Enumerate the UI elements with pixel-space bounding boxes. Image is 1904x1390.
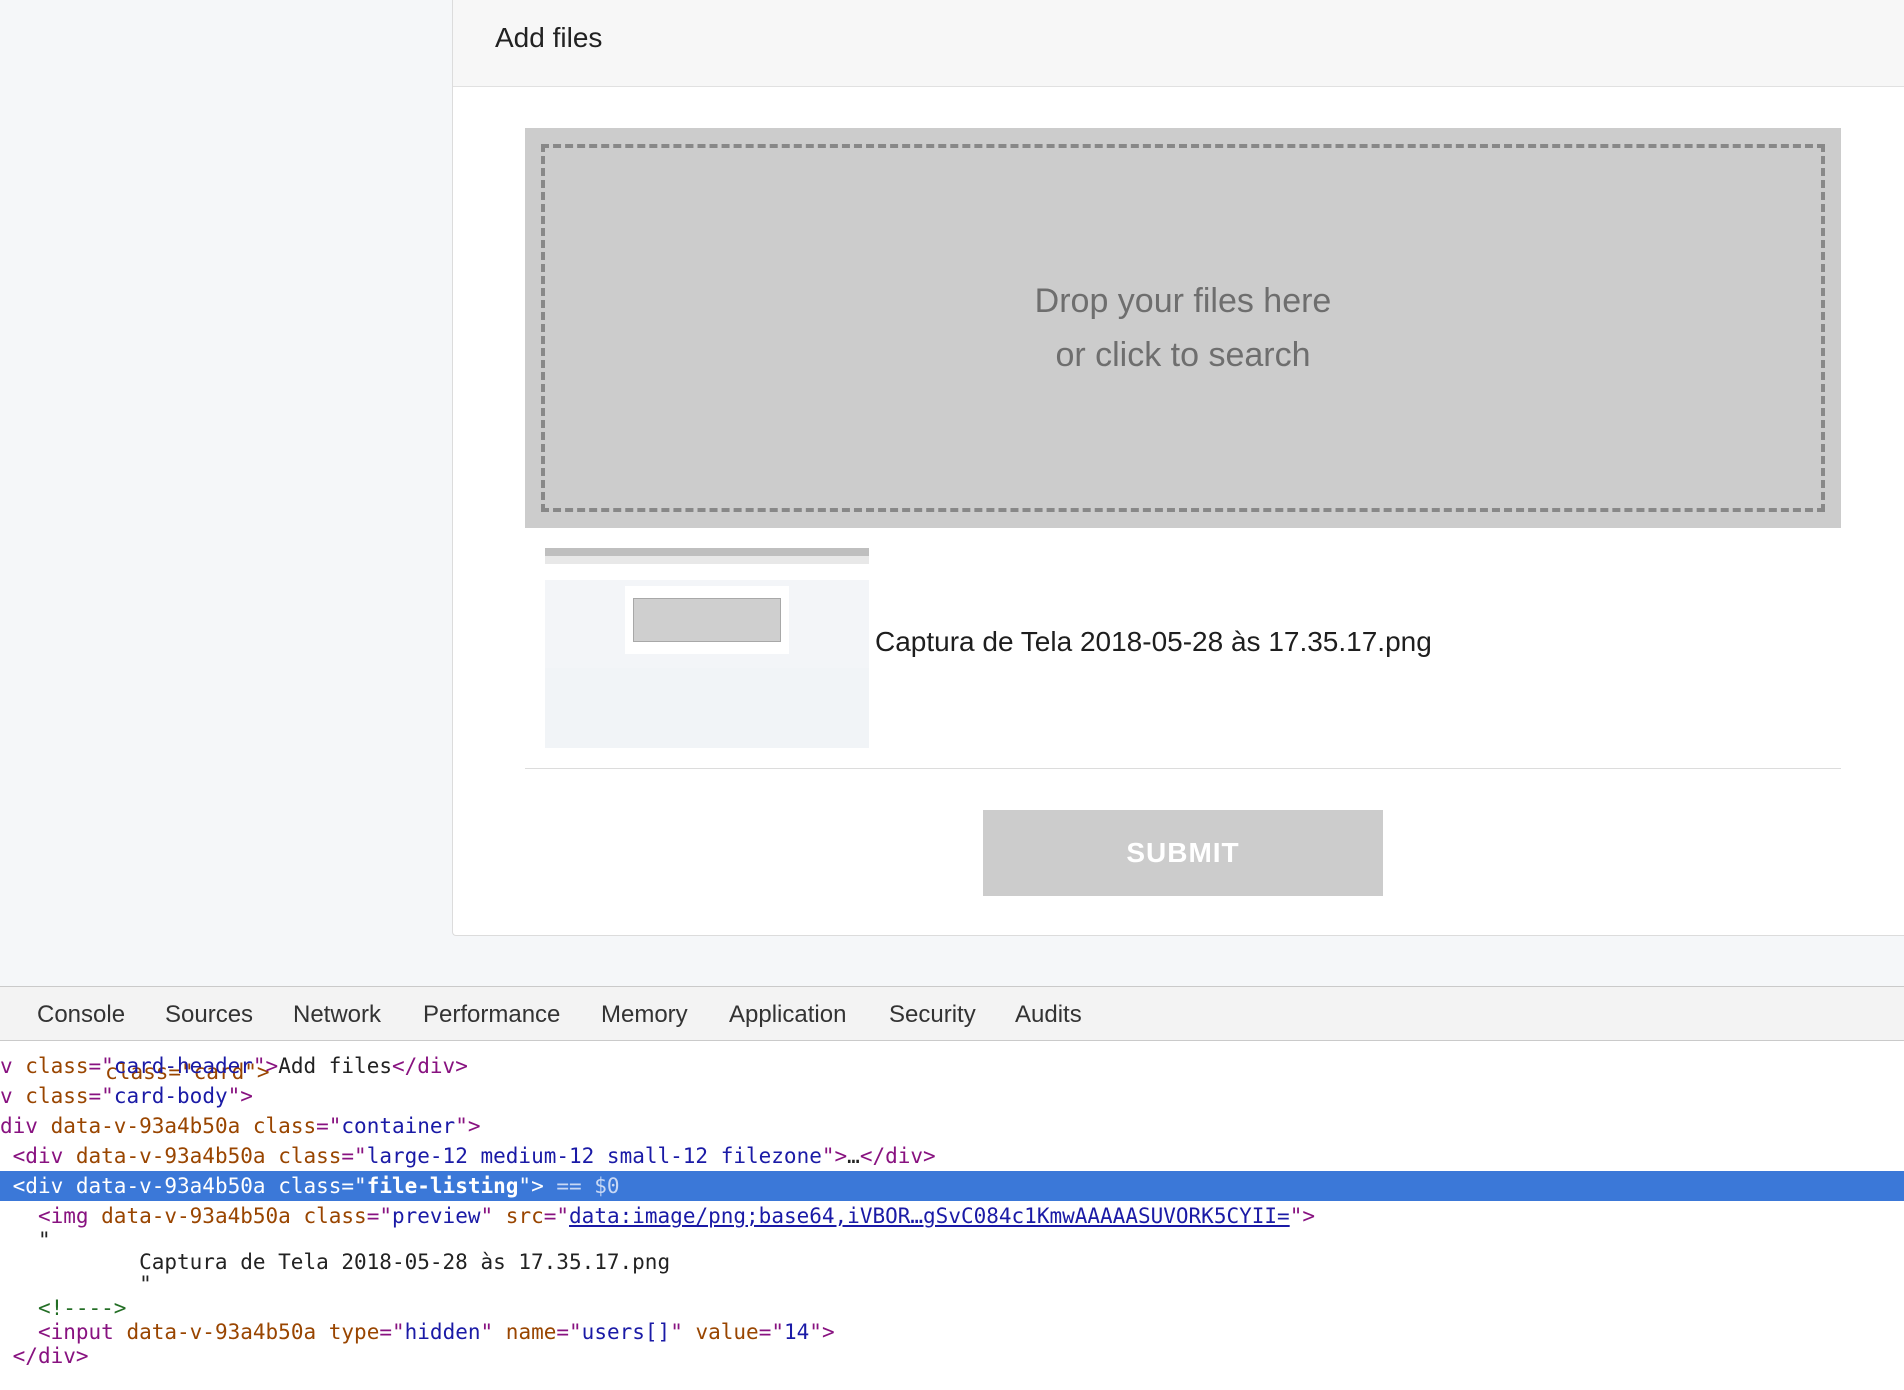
code-tag: v <box>0 1054 26 1078</box>
dom-node-file-listing[interactable]: <div data-v-93a4b50a class="file-listing… <box>0 1171 1904 1201</box>
code-attr: class <box>278 1174 342 1198</box>
tab-security[interactable]: Security <box>889 1001 976 1029</box>
tab-performance[interactable]: Performance <box>423 1001 560 1029</box>
card-header: Add files <box>453 0 1904 87</box>
dom-node-close[interactable]: </div> <box>0 1341 1904 1371</box>
code-tag: div <box>0 1114 51 1138</box>
divider <box>525 768 1841 769</box>
tab-console[interactable]: Console <box>37 1001 125 1029</box>
thumbnail-background <box>545 668 869 748</box>
code-tag: <div <box>12 1144 76 1168</box>
tab-application[interactable]: Application <box>729 1001 846 1029</box>
file-name: Captura de Tela 2018-05-28 às 17.35.17.p… <box>875 626 1432 657</box>
code-value: container <box>341 1114 456 1138</box>
app-area: Add files Drop your files here or click … <box>0 0 1904 986</box>
add-files-card: Add files Drop your files here or click … <box>452 0 1904 936</box>
code-value: file-listing <box>366 1174 519 1198</box>
drop-zone-border: Drop your files here or click to search <box>541 144 1825 512</box>
thumbnail-header <box>545 564 869 580</box>
dom-node-container[interactable]: div data-v-93a4b50a class="container"> <box>0 1111 1904 1141</box>
devtools-panel: Console Sources Network Performance Memo… <box>0 986 1904 1390</box>
dom-node-filezone[interactable]: <div data-v-93a4b50a class="large-12 med… <box>0 1141 1904 1171</box>
code-attr: class <box>25 1054 89 1078</box>
file-listing: Captura de Tela 2018-05-28 às 17.35.17.p… <box>545 548 1825 748</box>
tab-audits[interactable]: Audits <box>1015 1001 1082 1029</box>
elements-tree: class="card"> v class="card-header">Add … <box>0 1041 1904 1390</box>
thumbnail-titlebar <box>545 548 869 556</box>
tab-memory[interactable]: Memory <box>601 1001 688 1029</box>
code-text: Add files <box>278 1054 392 1078</box>
page: Add files Drop your files here or click … <box>0 0 1904 1390</box>
selected-node-marker: == $0 <box>556 1174 620 1198</box>
code-attr: data-v-93a4b50a <box>50 1114 241 1138</box>
code-close: </div> <box>391 1054 468 1078</box>
drop-zone-text-2: or click to search <box>1055 336 1311 374</box>
file-drop-zone[interactable]: Drop your files here or click to search <box>525 128 1841 528</box>
dom-node-card-header[interactable]: v class="card-header">Add files</div> <box>0 1051 1904 1081</box>
thumbnail-toolbar <box>545 556 869 564</box>
code-attr: data-v-93a4b50a <box>75 1144 266 1168</box>
code-value: card-header <box>113 1054 253 1078</box>
code-tag: <div <box>12 1174 76 1198</box>
code-attr: class <box>252 1114 317 1138</box>
dom-node-card-body[interactable]: v class="card-body"> <box>0 1081 1904 1111</box>
code-attr: data-v-93a4b50a <box>75 1174 266 1198</box>
submit-button[interactable]: SUBMIT <box>983 810 1383 896</box>
tab-network[interactable]: Network <box>293 1001 381 1029</box>
code-attr: class <box>278 1144 342 1168</box>
collapsed-ellipsis[interactable]: … <box>847 1144 860 1168</box>
thumbnail-dropzone <box>633 598 781 642</box>
tab-sources[interactable]: Sources <box>165 1001 253 1029</box>
card-title: Add files <box>495 22 603 53</box>
code-close: </div> <box>12 1344 89 1368</box>
code-attr: class <box>25 1084 89 1108</box>
code-close: </div> <box>859 1144 936 1168</box>
devtools-tab-bar: Console Sources Network Performance Memo… <box>0 987 1904 1041</box>
code-value: card-body <box>113 1084 228 1108</box>
code-value: large-12 medium-12 small-12 filezone <box>366 1144 822 1168</box>
code-tag: v <box>0 1084 26 1108</box>
drop-zone-text-1: Drop your files here <box>1034 282 1332 320</box>
file-preview-thumbnail <box>545 548 869 748</box>
